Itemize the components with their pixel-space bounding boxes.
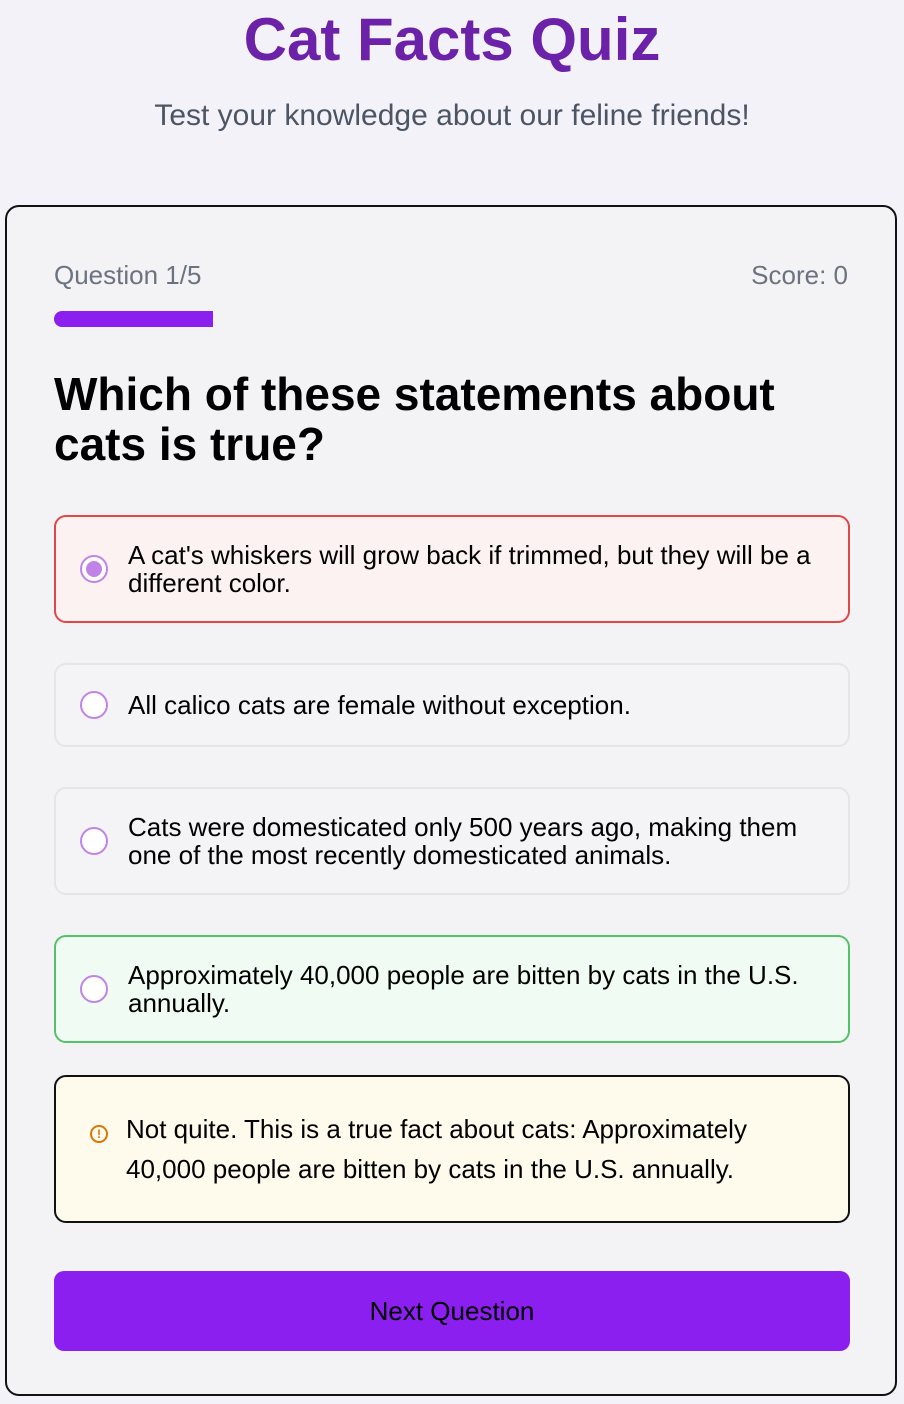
answer-option-label: Approximately 40,000 people are bitten b… — [128, 960, 799, 1018]
page-title: Cat Facts Quiz — [243, 6, 661, 73]
progress-bar-fill — [54, 311, 213, 327]
radio-button-icon[interactable] — [80, 691, 108, 719]
page-subtitle: Test your knowledge about our feline fri… — [154, 99, 750, 132]
warning-circle-icon: ! — [90, 1125, 108, 1143]
answer-option-label: Cats were domesticated only 500 years ag… — [128, 812, 798, 870]
radio-button-icon[interactable] — [80, 555, 108, 583]
question-text: Which of these statements about cats is … — [54, 368, 775, 470]
answer-option-4[interactable]: Approximately 40,000 people are bitten b… — [54, 935, 850, 1043]
radio-button-icon[interactable] — [80, 975, 108, 1003]
answer-option-label: All calico cats are female without excep… — [128, 690, 631, 720]
next-question-button[interactable]: Next Question — [54, 1271, 850, 1351]
answer-option-2[interactable]: All calico cats are female without excep… — [54, 663, 850, 747]
feedback-box: ! Not quite. This is a true fact about c… — [54, 1075, 850, 1223]
feedback-text: Not quite. This is a true fact about cat… — [126, 1114, 747, 1184]
progress-bar — [54, 311, 848, 327]
quiz-card: Question 1/5 Score: 0 Which of these sta… — [5, 205, 897, 1396]
answer-option-label: A cat's whiskers will grow back if trimm… — [128, 540, 811, 598]
score-label: Score: 0 — [751, 260, 848, 290]
answer-option-1[interactable]: A cat's whiskers will grow back if trimm… — [54, 515, 850, 623]
answer-option-3[interactable]: Cats were domesticated only 500 years ag… — [54, 787, 850, 895]
question-progress-label: Question 1/5 — [54, 260, 202, 290]
radio-button-icon[interactable] — [80, 827, 108, 855]
